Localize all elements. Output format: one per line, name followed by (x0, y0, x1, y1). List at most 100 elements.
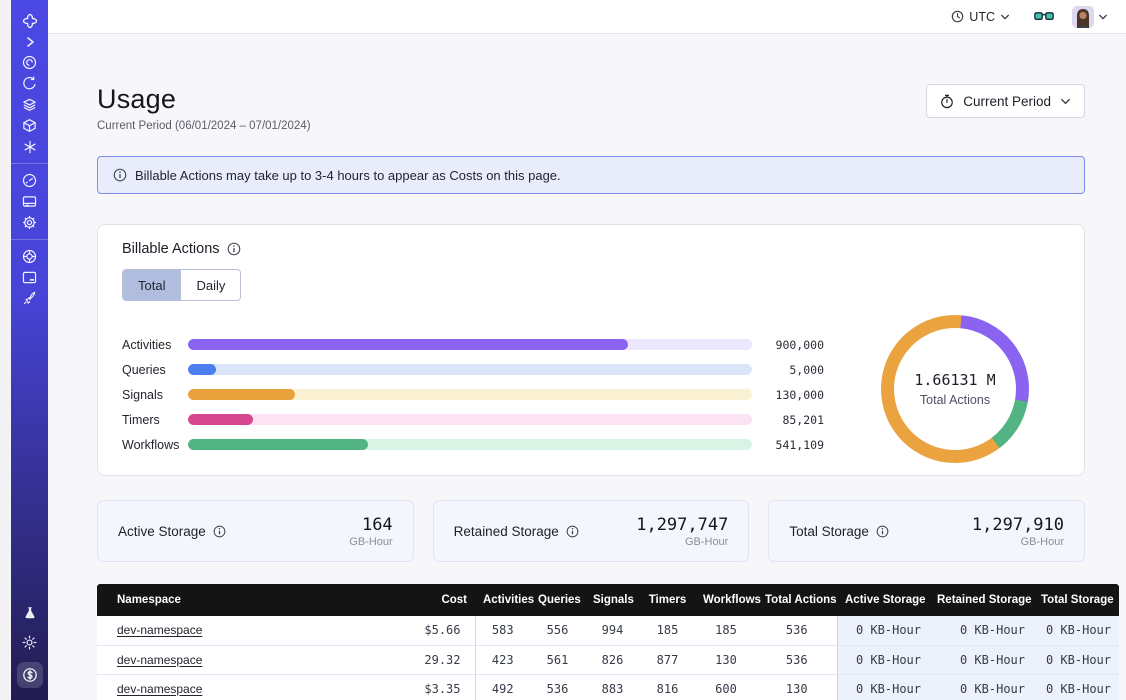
total-storage-cell: 0 KB-Hour (1033, 645, 1119, 674)
tab-daily[interactable]: Daily (180, 270, 240, 300)
sidebar-divider (11, 239, 48, 240)
chart-view-toggle: Total Daily (122, 269, 241, 301)
tab-total[interactable]: Total (123, 270, 180, 300)
total-actions-cell: 130 (757, 674, 837, 700)
bar-label: Signals (122, 388, 188, 402)
bar-fill (188, 439, 368, 450)
timers-cell: 877 (640, 645, 695, 674)
cost-cell: 29.32 (389, 645, 475, 674)
bar-chart: Activities900,000 Queries 5,000 Signals130,… (122, 339, 824, 450)
stacks-icon[interactable] (11, 94, 48, 115)
support-lifebuoy-icon[interactable] (11, 246, 48, 267)
bar-row: Activities900,000 (122, 339, 824, 350)
active-storage-unit: GB-Hour (349, 536, 392, 548)
pricing-dollar-button[interactable] (17, 662, 43, 688)
page-title: Usage (97, 84, 311, 115)
active-storage-cell: 0 KB-Hour (837, 674, 929, 700)
retained-storage-cell: 0 KB-Hour (929, 645, 1033, 674)
active-storage-card: Active Storage 164 GB-Hour (97, 500, 414, 562)
donut-chart: 1.66131 M Total Actions (881, 315, 1029, 463)
info-icon[interactable] (566, 525, 579, 538)
bar-row: Signals130,000 (122, 389, 824, 400)
total-storage-card: Total Storage 1,297,910 GB-Hour (768, 500, 1085, 562)
info-icon[interactable] (876, 525, 889, 538)
settings-gear-icon[interactable] (11, 212, 48, 233)
billing-card-icon[interactable] (11, 191, 48, 212)
page-subtitle: Current Period (06/01/2024 – 07/01/2024) (97, 120, 311, 132)
topbar: UTC (48, 0, 1126, 34)
deployments-icon[interactable] (11, 115, 48, 136)
cost-cell: $5.66 (389, 616, 475, 645)
retained-storage-label: Retained Storage (454, 524, 559, 539)
retained-storage-unit: GB-Hour (636, 536, 728, 548)
bar-fill (188, 364, 216, 375)
info-icon[interactable] (227, 242, 241, 256)
signals-cell: 883 (585, 674, 640, 700)
total-actions-cell: 536 (757, 616, 837, 645)
sidebar-divider (11, 163, 48, 164)
table-body: dev-namespace$5.665835569941851855360 KB… (97, 616, 1119, 700)
docs-terminal-icon[interactable] (11, 267, 48, 288)
feedback-glasses-icon[interactable] (1034, 10, 1054, 23)
bar-track (188, 364, 752, 375)
activities-cell: 492 (475, 674, 530, 700)
schedules-icon[interactable] (11, 73, 48, 94)
active-storage-label: Active Storage (118, 524, 206, 539)
user-menu[interactable] (1072, 6, 1108, 28)
bar-fill (188, 414, 253, 425)
namespace-link[interactable]: dev-namespace (117, 682, 202, 696)
bar-value: 85,201 (752, 413, 824, 427)
billable-actions-card: Billable Actions Total Daily Activities9… (97, 224, 1085, 476)
namespaces-icon[interactable] (11, 52, 48, 73)
namespace-link[interactable]: dev-namespace (117, 653, 202, 667)
nexus-icon[interactable] (11, 136, 48, 157)
labs-flask-icon[interactable] (17, 602, 43, 623)
queries-cell: 561 (530, 645, 585, 674)
usage-gauge-icon[interactable] (11, 170, 48, 191)
namespace-link[interactable]: dev-namespace (117, 623, 202, 637)
bar-label: Queries (122, 363, 188, 377)
activities-cell: 583 (475, 616, 530, 645)
period-selector-button[interactable]: Current Period (926, 84, 1085, 118)
total-storage-unit: GB-Hour (972, 536, 1064, 548)
bar-label: Activities (122, 338, 188, 352)
namespace-usage-table: Namespace Cost Activities Queries Signal… (97, 584, 1119, 700)
active-storage-cell: 0 KB-Hour (837, 645, 929, 674)
avatar (1072, 6, 1094, 28)
retained-storage-card: Retained Storage 1,297,747 GB-Hour (433, 500, 750, 562)
storage-cards: Active Storage 164 GB-Hour Retained Stor… (97, 500, 1085, 562)
bar-track (188, 339, 752, 350)
bar-row: Timers85,201 (122, 414, 824, 425)
info-icon[interactable] (213, 525, 226, 538)
timezone-selector[interactable]: UTC (951, 10, 1010, 24)
workflows-cell: 185 (695, 616, 757, 645)
expand-chevron-icon[interactable] (11, 31, 48, 52)
bar-track (188, 389, 752, 400)
workflows-cell: 600 (695, 674, 757, 700)
donut-chart-wrap: 1.66131 M Total Actions (850, 315, 1060, 463)
bar-label: Workflows (122, 438, 188, 452)
total-storage-cell: 0 KB-Hour (1033, 616, 1119, 645)
total-storage-value: 1,297,910 (972, 515, 1064, 535)
timers-cell: 185 (640, 616, 695, 645)
retained-storage-cell: 0 KB-Hour (929, 674, 1033, 700)
temporal-logo-icon[interactable] (11, 10, 48, 31)
donut-subtitle: Total Actions (920, 393, 990, 407)
table-header: Namespace Cost Activities Queries Signal… (97, 584, 1119, 616)
bar-value: 5,000 (752, 363, 824, 377)
chevron-down-icon (1000, 12, 1010, 22)
timers-cell: 816 (640, 674, 695, 700)
workflows-cell: 130 (695, 645, 757, 674)
chevron-down-icon (1060, 96, 1071, 107)
main-content: Usage Current Period (06/01/2024 – 07/01… (48, 34, 1126, 700)
active-storage-cell: 0 KB-Hour (837, 616, 929, 645)
queries-cell: 536 (530, 674, 585, 700)
donut-total-value: 1.66131 M (914, 371, 995, 389)
bar-row: Queries 5,000 (122, 364, 824, 375)
getting-started-rocket-icon[interactable] (11, 288, 48, 309)
timezone-label: UTC (969, 10, 995, 24)
theme-sun-icon[interactable] (17, 632, 43, 653)
bar-track (188, 439, 752, 450)
retained-storage-cell: 0 KB-Hour (929, 616, 1033, 645)
bar-fill (188, 389, 295, 400)
